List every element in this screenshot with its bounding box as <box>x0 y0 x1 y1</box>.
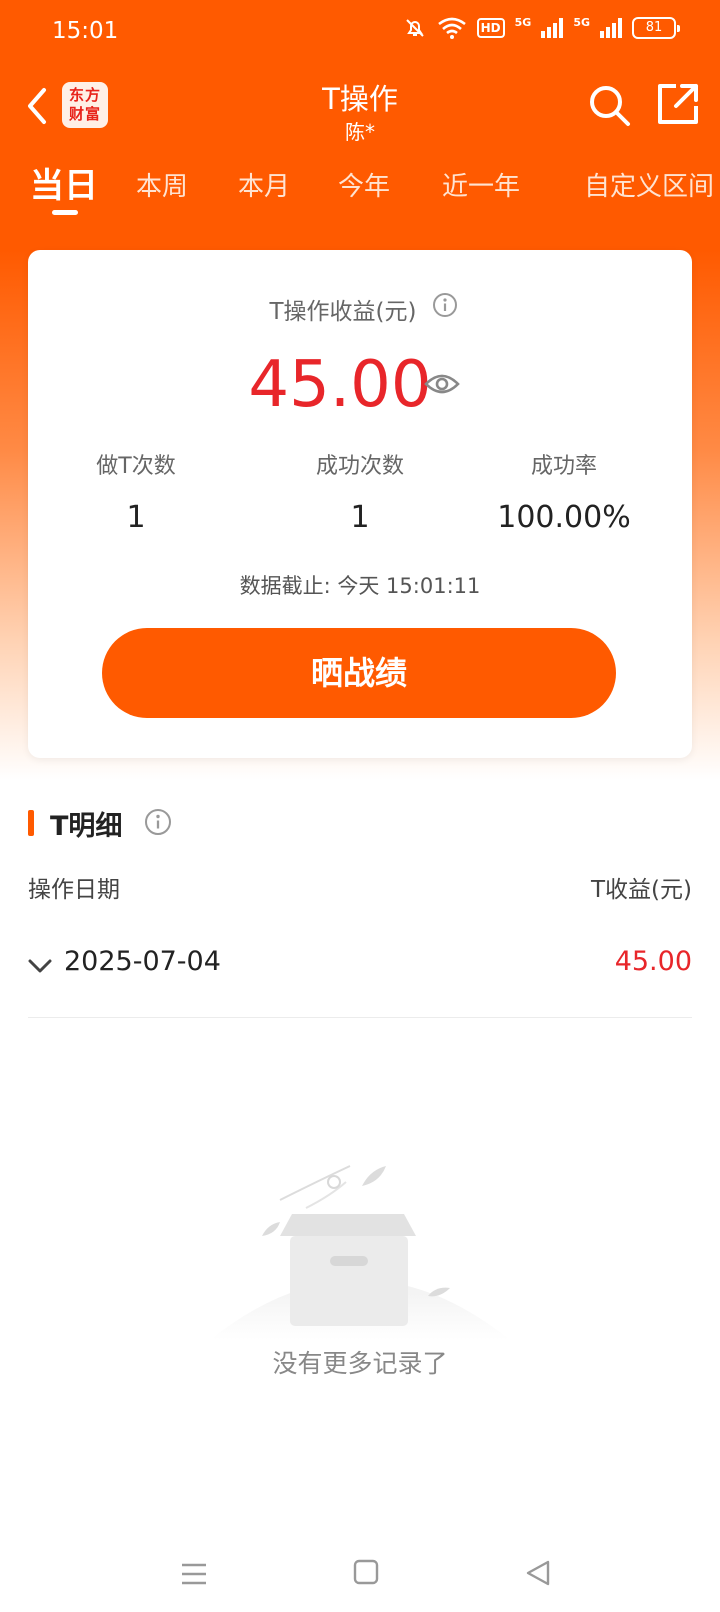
app-header: 东方 财富 T操作 陈* <box>0 62 720 152</box>
tab-this-year[interactable]: 今年 <box>338 166 390 203</box>
status-time: 15:01 <box>52 18 119 44</box>
search-icon[interactable] <box>586 82 632 128</box>
data-timestamp: 数据截止: 今天 15:01:11 <box>239 574 481 598</box>
active-tab-indicator <box>52 210 78 215</box>
chevron-down-icon[interactable] <box>28 958 52 974</box>
share-record-button[interactable]: 晒战绩 <box>102 628 616 718</box>
empty-box-icon <box>210 1165 510 1340</box>
hd-badge: HD <box>476 18 505 38</box>
tab-today[interactable]: 当日 <box>30 158 98 207</box>
eye-icon[interactable] <box>424 370 460 398</box>
profit-value: 45.00 <box>248 348 432 422</box>
row-date: 2025-07-04 <box>64 946 221 977</box>
section-title: T明细 <box>50 811 123 842</box>
empty-state-text: 没有更多记录了 <box>272 1349 448 1378</box>
home-square-icon[interactable] <box>352 1558 380 1586</box>
status-icons: HD 5G 5G 81 <box>403 16 680 40</box>
row-profit: 45.00 <box>614 946 692 977</box>
share-icon[interactable] <box>656 82 700 126</box>
column-header-profit: T收益(元) <box>591 877 692 903</box>
column-header-date: 操作日期 <box>28 877 120 903</box>
signal-icon-2 <box>600 18 622 38</box>
menu-icon[interactable] <box>180 1560 208 1588</box>
period-tabs: 当日 本周 本月 今年 近一年 自定义区间 <box>0 158 720 222</box>
signal-5g-label-2: 5G <box>573 16 590 29</box>
stat-success-rate: 成功率 100.00% <box>497 454 631 535</box>
stat-t-count: 做T次数 1 <box>96 454 176 535</box>
signal-5g-label-1: 5G <box>514 16 532 29</box>
summary-card: T操作收益(元) 45.00 做T次数 1 成功次数 1 成功率 100.00%… <box>28 250 692 758</box>
detail-info-icon[interactable] <box>144 808 172 836</box>
table-row[interactable]: 2025-07-04 45.00 <box>28 920 692 1018</box>
wifi-icon <box>437 17 466 39</box>
status-bar: 15:01 HD 5G 5G 81 <box>0 0 720 62</box>
signal-icon-1 <box>541 18 564 38</box>
info-icon[interactable] <box>432 292 458 318</box>
mute-bell-icon <box>405 19 424 37</box>
stat-success-count: 成功次数 1 <box>315 454 404 535</box>
tab-custom-range[interactable]: 自定义区间 <box>584 166 714 203</box>
profit-label: T操作收益(元) <box>269 299 417 325</box>
system-nav-bar <box>0 1540 720 1612</box>
back-triangle-icon[interactable] <box>524 1558 552 1588</box>
tab-this-week[interactable]: 本周 <box>136 166 188 203</box>
tab-this-month[interactable]: 本月 <box>238 166 290 203</box>
battery-icon: 81 <box>632 17 680 39</box>
section-accent-bar <box>28 810 34 836</box>
tab-last-year[interactable]: 近一年 <box>442 166 520 203</box>
